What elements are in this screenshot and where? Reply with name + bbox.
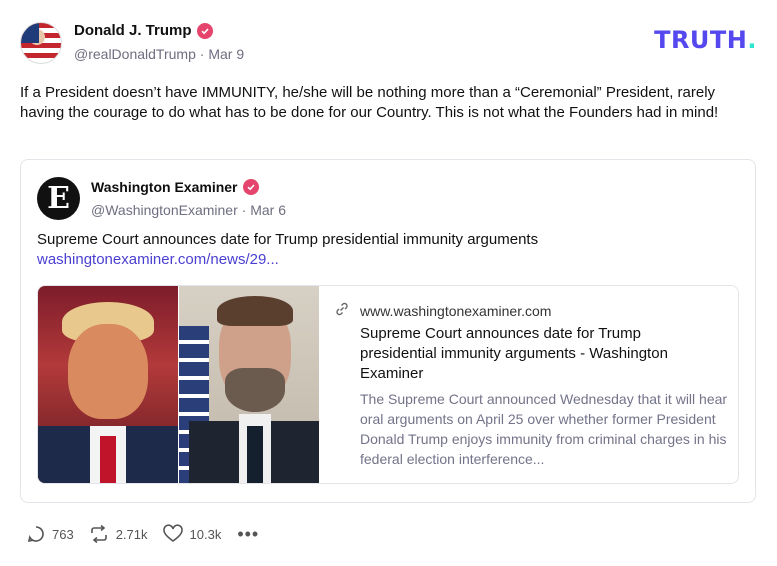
quoted-author-name-row: Washington Examiner [91,179,259,195]
quoted-post-text: Supreme Court announces date for Trump p… [37,231,539,248]
meta-separator: · [241,202,247,218]
link-title[interactable]: Supreme Court announces date for Trump p… [360,324,720,384]
quoted-post-card[interactable]: E Washington Examiner @WashingtonExamine… [20,159,756,503]
author-display-name[interactable]: Donald J. Trump [74,22,192,39]
link-preview-image[interactable] [38,286,319,483]
post-body-text: If a President doesn’t have IMMUNITY, he… [20,84,719,121]
quoted-post-link[interactable]: washingtonexaminer.com/news/29... [37,250,279,270]
quoted-author-meta: @WashingtonExaminer · Mar 6 [91,202,286,218]
more-options-icon[interactable]: ••• [237,525,259,543]
post-actions: 763 2.71k 10.3k ••• [26,524,259,544]
author-avatar[interactable] [20,22,62,64]
brand-name: TRUTH [654,26,748,54]
quoted-author-name[interactable]: Washington Examiner [91,179,238,195]
author-name-row: Donald J. Trump [74,22,213,39]
link-domain: www.washingtonexaminer.com [360,302,552,319]
quoted-author-avatar[interactable]: E [37,177,80,220]
post-header: Donald J. Trump @realDonaldTrump · Mar 9… [20,20,757,66]
meta-separator: · [199,46,205,62]
retruth-count: 2.71k [115,526,148,542]
photo-left [38,286,178,483]
link-preview-card[interactable]: www.washingtonexaminer.com Supreme Court… [37,285,739,484]
like-button[interactable]: 10.3k [162,524,222,544]
link-icon [334,301,350,320]
truth-logo: TRUTH. [654,26,757,54]
heart-icon [162,524,184,544]
author-handle[interactable]: @realDonaldTrump [74,46,196,62]
reply-count: 763 [52,526,74,542]
reply-button[interactable]: 763 [26,524,74,544]
retruth-button[interactable]: 2.71k [88,524,148,544]
link-description: The Supreme Court announced Wednesday th… [360,391,728,467]
quoted-avatar-letter: E [47,181,70,216]
quoted-post-date[interactable]: Mar 6 [250,202,286,218]
like-count: 10.3k [189,526,222,542]
post-date[interactable]: Mar 9 [208,46,244,62]
retruth-icon [88,524,110,544]
reply-icon [26,524,46,544]
author-meta: @realDonaldTrump · Mar 9 [74,46,244,62]
quoted-author-handle[interactable]: @WashingtonExaminer [91,202,238,218]
link-domain-row: www.washingtonexaminer.com [334,301,551,320]
verified-badge-icon [242,179,259,195]
brand-dot: . [747,26,757,54]
photo-right [179,286,319,483]
verified-badge-icon [196,22,213,39]
